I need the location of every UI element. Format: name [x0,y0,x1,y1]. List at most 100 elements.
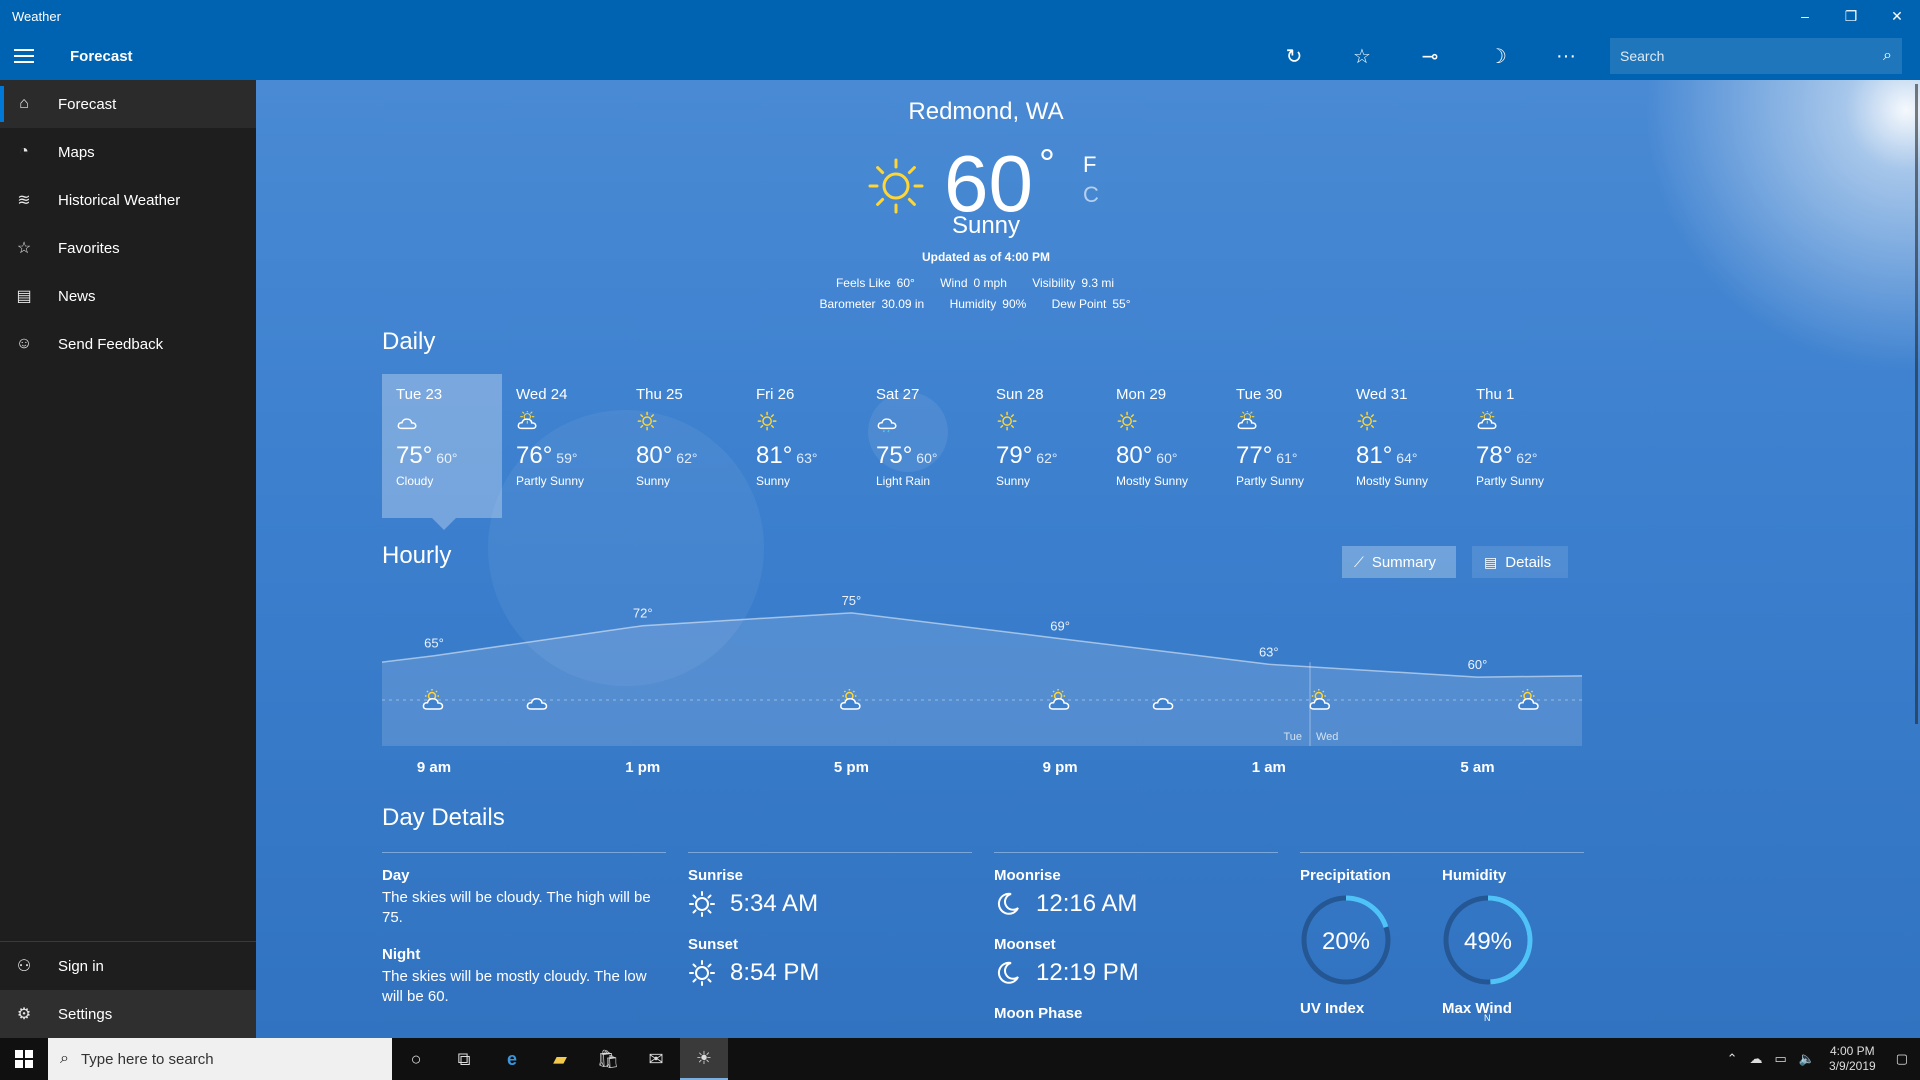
task-view-icon: ⧉ [457,1048,471,1069]
hourly-temperature-label: 75° [842,593,862,608]
sidebar-item-favorites[interactable]: ☆ Favorites [0,224,256,272]
hourly-area [382,612,1582,746]
sidebar-item-maps[interactable]: ◔ Maps [0,128,256,176]
sunny-weather-icon [1357,411,1377,431]
day-temperatures: 80° 62° [636,442,728,470]
day-condition: Sunny [996,474,1031,488]
taskbar-search-placeholder: Type here to search [80,1050,214,1068]
day-name: Tue 23 [396,386,443,403]
visibility-label: Visibility [1032,276,1076,290]
day-name: Sat 27 [876,386,920,403]
weather-app-button[interactable]: ☀ [680,1038,728,1080]
sidebar-item-settings[interactable]: ⚙ Settings [0,990,256,1038]
clock[interactable]: 4:00 PM 3/9/2019 [1829,1044,1876,1074]
details-toggle-button[interactable]: ▤ Details [1472,546,1568,578]
daily-forecast-card[interactable]: Thu 1 78° 62° Partly Sunny [1462,374,1582,518]
sunset-value: 8:54 PM [730,959,820,986]
edge-button[interactable]: e [488,1038,536,1080]
sidebar-item-sign-in[interactable]: ⚇ Sign in [0,942,256,990]
file-explorer-button[interactable]: ▰ [536,1038,584,1080]
home-icon: ⌂ [19,95,29,112]
cortana-button[interactable]: ○ [392,1038,440,1080]
store-button[interactable]: 🛍 [584,1038,632,1080]
hamburger-menu-button[interactable] [0,32,48,80]
close-button[interactable]: ✕ [1874,0,1920,32]
wind-label: Wind [940,276,968,290]
hourly-time-label: 5 pm [834,759,869,776]
night-text: The skies will be mostly cloudy. The low… [382,968,647,1005]
day-condition: Sunny [636,474,671,488]
clock-date: 3/9/2019 [1828,1059,1876,1073]
sidebar-item-label: Settings [58,1005,113,1023]
chevron-up-icon[interactable]: ⌃ [1727,1051,1738,1067]
daily-forecast-card[interactable]: Wed 31 81° 64° Mostly Sunny [1342,374,1462,518]
sidebar-item-label: Favorites [58,239,120,257]
unit-fahrenheit-button[interactable]: F [1083,150,1099,180]
moonset-label: Moonset [994,936,1056,953]
add-favorite-button[interactable]: ☆ [1328,32,1396,80]
daily-forecast-card[interactable]: Tue 23 75° 60° Cloudy [382,374,502,530]
sidebar-item-news[interactable]: ▤ News [0,272,256,320]
summary-toggle-button[interactable]: ⟋ Summary [1342,546,1456,578]
system-tray: ⌃ ☁ ▭ 🔈 4:00 PM 3/9/2019 ▢ [1721,1038,1920,1080]
sidebar-item-forecast[interactable]: ⌂ Forecast [0,80,256,128]
gear-icon: ⚙ [16,1006,32,1023]
search-icon[interactable]: ⌕ [1883,47,1892,65]
refresh-button[interactable]: ↻ [1260,32,1328,80]
hourly-time-label: 9 pm [1043,759,1078,776]
restore-button[interactable]: ❐ [1828,0,1874,32]
day-name: Thu 1 [1476,386,1515,403]
daily-forecast-card[interactable]: Tue 30 77° 61° Partly Sunny [1222,374,1342,518]
day-low: 61° [1276,450,1298,466]
uv-index-label: UV Index [1300,1000,1365,1017]
day-high: 80° [1116,442,1153,469]
sidebar-item-send-feedback[interactable]: ☺ Send Feedback [0,320,256,368]
more-button[interactable]: ··· [1532,32,1600,80]
daily-forecast-card[interactable]: Mon 29 80° 60° Mostly Sunny [1102,374,1222,518]
unit-celsius-button[interactable]: C [1083,180,1099,210]
sunset-row: 8:54 PM [688,959,972,987]
wind-value: 0 mph [973,276,1007,290]
minimize-button[interactable]: – [1782,0,1828,32]
daily-forecast-card[interactable]: Sat 27 75° 60° Light Rain [862,374,982,518]
hourly-temperature-label: 69° [1050,619,1070,634]
mail-button[interactable]: ✉ [632,1038,680,1080]
location-name: Redmond, WA [908,98,1064,125]
feedback-icon: ☺ [15,335,33,352]
hourly-temperature-label: 63° [1259,644,1279,659]
sidebar-item-historical-weather[interactable]: ≋ Historical Weather [0,176,256,224]
network-icon[interactable]: ▭ [1775,1051,1787,1067]
day-name: Fri 26 [756,386,795,403]
moonrise-row: 12:16 AM [994,890,1278,918]
scrollbar[interactable] [1915,84,1918,724]
search-input[interactable] [1620,48,1884,64]
details-label: Details [1505,553,1552,571]
partly-weather-icon [1477,409,1497,430]
humidity-label: Humidity [949,297,997,311]
visibility-value: 9.3 mi [1081,276,1115,290]
daily-forecast-card[interactable]: Fri 26 81° 63° Sunny [742,374,862,518]
notifications-icon[interactable]: ▢ [1896,1051,1908,1067]
daily-forecast-card[interactable]: Sun 28 79° 62° Sunny [982,374,1102,518]
theme-button[interactable]: ☽ [1464,32,1532,80]
volume-icon[interactable]: 🔈 [1799,1051,1815,1067]
daily-forecast-card[interactable]: Thu 25 80° 62° Sunny [622,374,742,518]
sunny-weather-icon [997,411,1017,431]
sun-icon [868,158,924,214]
sun-times: Sunrise 5:34 AM Sunset 8:54 PM [688,852,972,987]
current-stats-row-1: Feels Like 60° Wind 0 mph Visibility 9.3 mi [256,276,1716,290]
day-low: 60° [1156,450,1178,466]
taskbar-search-box[interactable]: ⌕ Type here to search [48,1038,392,1080]
pin-button[interactable]: ⊸ [1396,32,1464,80]
humidity-value: 90% [1002,297,1027,311]
day-low: 62° [1036,450,1058,466]
favorites-icon: ☆ [16,240,32,257]
task-view-button[interactable]: ⧉ [440,1038,488,1080]
day-divider-label: Wed [1316,731,1338,743]
sidebar-bottom: ⚇ Sign in ⚙ Settings [0,941,256,1038]
day-temperatures: 80° 60° [1116,442,1208,470]
start-button[interactable] [0,1038,48,1080]
windows-logo-icon [15,1050,33,1068]
onedrive-icon[interactable]: ☁ [1750,1051,1763,1067]
daily-forecast-card[interactable]: Wed 24 76° 59° Partly Sunny [502,374,622,518]
